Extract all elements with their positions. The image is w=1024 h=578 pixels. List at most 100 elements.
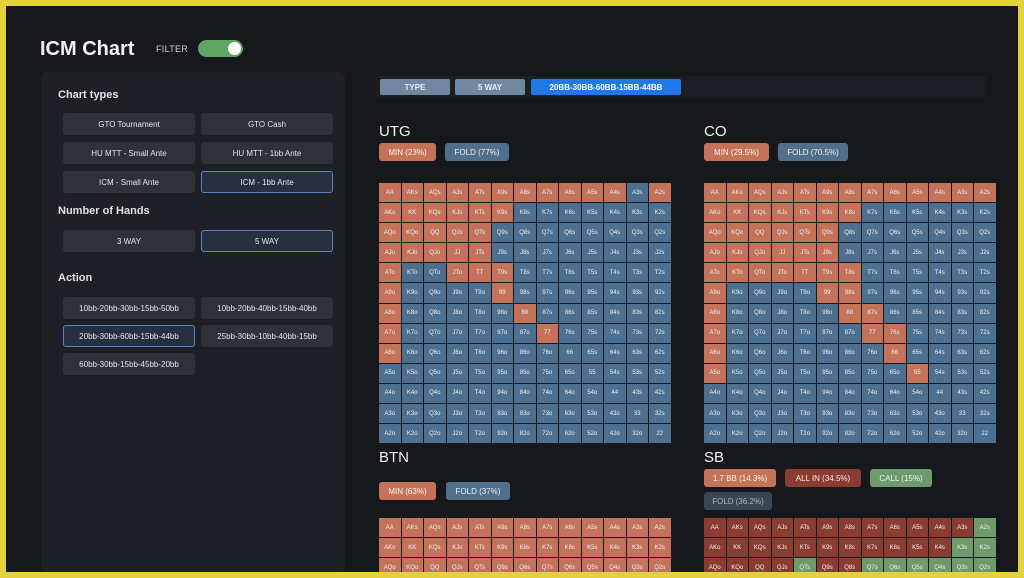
hand-cell[interactable]: A3o: [704, 404, 726, 424]
hand-cell[interactable]: 63o: [559, 404, 581, 424]
hand-cell[interactable]: 96s: [559, 283, 581, 303]
hand-cell[interactable]: A6o: [704, 343, 726, 363]
hand-cell[interactable]: T2o: [469, 424, 491, 444]
hand-cell[interactable]: 62s: [649, 343, 671, 363]
hand-cell[interactable]: AJo: [379, 243, 401, 263]
hand-cell[interactable]: T8s: [514, 263, 536, 283]
hand-cell[interactable]: 32s: [649, 404, 671, 424]
hand-cell[interactable]: KTs: [469, 538, 491, 558]
hand-cell[interactable]: 88: [839, 303, 861, 323]
hand-cell[interactable]: K8s: [839, 203, 861, 223]
hand-cell[interactable]: J4s: [604, 243, 626, 263]
hand-cell[interactable]: ATs: [794, 183, 816, 203]
hand-cell[interactable]: 92s: [649, 283, 671, 303]
hand-cell[interactable]: A5s: [906, 183, 928, 203]
hand-cell[interactable]: T6s: [559, 263, 581, 283]
hand-cell[interactable]: 74o: [861, 383, 883, 404]
hand-cell[interactable]: T7o: [469, 323, 491, 343]
hand-cell[interactable]: J8s: [839, 243, 861, 263]
hand-cell[interactable]: K6s: [884, 538, 906, 558]
hand-cell[interactable]: A4s: [604, 183, 626, 203]
hand-cell[interactable]: K3s: [626, 203, 648, 223]
hand-cell[interactable]: T2s: [974, 263, 996, 283]
hand-cell[interactable]: 73o: [536, 404, 558, 424]
hand-cell[interactable]: Q2o: [424, 424, 446, 444]
hand-cell[interactable]: 75o: [536, 363, 558, 383]
hand-cell[interactable]: J3o: [446, 404, 468, 424]
hand-cell[interactable]: 53s: [626, 363, 648, 383]
hand-cell[interactable]: 99: [816, 283, 838, 303]
hand-cell[interactable]: 73s: [626, 323, 648, 343]
hand-cell[interactable]: Q6s: [884, 223, 906, 243]
action-option[interactable]: 10bb-20bb-30bb-15bb-50bb: [63, 297, 195, 319]
hand-cell[interactable]: J8o: [446, 303, 468, 323]
hand-cell[interactable]: KQo: [726, 223, 748, 243]
hand-cell[interactable]: KQo: [726, 558, 748, 572]
hand-cell[interactable]: 54o: [906, 383, 928, 404]
hand-cell[interactable]: 87s: [861, 303, 883, 323]
hand-cell[interactable]: A2o: [379, 424, 401, 444]
hand-cell[interactable]: Q9s: [816, 223, 838, 243]
hand-cell[interactable]: Q5s: [906, 558, 928, 572]
hand-cell[interactable]: 95o: [491, 363, 513, 383]
chart-type-option[interactable]: GTO Cash: [201, 113, 333, 135]
hand-cell[interactable]: A7s: [536, 518, 558, 538]
hand-cell[interactable]: A5s: [581, 183, 603, 203]
breadcrumb-type[interactable]: TYPE: [380, 79, 450, 95]
hand-cell[interactable]: 65o: [884, 363, 906, 383]
hand-cell[interactable]: JTs: [469, 243, 491, 263]
hand-cell[interactable]: K8s: [514, 538, 536, 558]
action-option[interactable]: 60bb-30bb-15bb-45bb-20bb: [63, 353, 195, 375]
hand-cell[interactable]: KQs: [749, 203, 771, 223]
hand-cell[interactable]: J2o: [446, 424, 468, 444]
hand-cell[interactable]: Q6o: [749, 343, 771, 363]
hand-cell[interactable]: KJo: [401, 243, 423, 263]
hand-cell[interactable]: 94o: [816, 383, 838, 404]
hand-cell[interactable]: AQo: [704, 223, 726, 243]
hand-cell[interactable]: AQs: [424, 518, 446, 538]
hand-cell[interactable]: 43s: [951, 383, 973, 404]
hand-cell[interactable]: 22: [649, 424, 671, 444]
hand-cell[interactable]: 77: [861, 323, 883, 343]
hand-cell[interactable]: TT: [794, 263, 816, 283]
chart-type-option[interactable]: ICM - Small Ante: [63, 171, 195, 193]
hand-cell[interactable]: QTs: [794, 223, 816, 243]
hand-cell[interactable]: ATs: [469, 183, 491, 203]
hand-cell[interactable]: Q8s: [839, 223, 861, 243]
hand-cell[interactable]: J4s: [929, 243, 951, 263]
hand-cell[interactable]: 82s: [974, 303, 996, 323]
hand-cell[interactable]: 72s: [649, 323, 671, 343]
hand-cell[interactable]: JJ: [446, 243, 468, 263]
hand-cell[interactable]: 64s: [604, 343, 626, 363]
hand-cell[interactable]: T2s: [649, 263, 671, 283]
chart-type-option-selected[interactable]: ICM - 1bb Ante: [201, 171, 333, 193]
hand-cell[interactable]: A3s: [951, 518, 973, 538]
hand-cell[interactable]: K8s: [839, 538, 861, 558]
hand-cell[interactable]: K8s: [514, 203, 536, 223]
hand-cell[interactable]: 97o: [816, 323, 838, 343]
hand-cell[interactable]: Q2s: [649, 558, 671, 572]
hand-cell[interactable]: 42s: [649, 383, 671, 404]
hand-cell[interactable]: 66: [559, 343, 581, 363]
hand-cell[interactable]: 73s: [951, 323, 973, 343]
hand-cell[interactable]: T4s: [929, 263, 951, 283]
hand-cell[interactable]: 84o: [514, 383, 536, 404]
hand-cell[interactable]: K9o: [726, 283, 748, 303]
hand-cell[interactable]: 52s: [974, 363, 996, 383]
hand-cell[interactable]: Q5o: [749, 363, 771, 383]
hand-cell[interactable]: K6s: [559, 203, 581, 223]
hand-cell[interactable]: 72o: [861, 424, 883, 444]
hand-cell[interactable]: T3s: [951, 263, 973, 283]
hand-cell[interactable]: 52s: [649, 363, 671, 383]
hand-cell[interactable]: 82s: [649, 303, 671, 323]
hands-option[interactable]: 3 WAY: [63, 230, 195, 252]
hand-cell[interactable]: 94o: [491, 383, 513, 404]
hand-cell[interactable]: 62o: [884, 424, 906, 444]
hand-cell[interactable]: T7s: [861, 263, 883, 283]
hand-cell[interactable]: J4o: [771, 383, 793, 404]
hand-cell[interactable]: T8s: [839, 263, 861, 283]
hand-cell[interactable]: T4o: [469, 383, 491, 404]
hand-cell[interactable]: 75o: [861, 363, 883, 383]
hand-cell[interactable]: 55: [581, 363, 603, 383]
hand-cell[interactable]: A3o: [379, 404, 401, 424]
